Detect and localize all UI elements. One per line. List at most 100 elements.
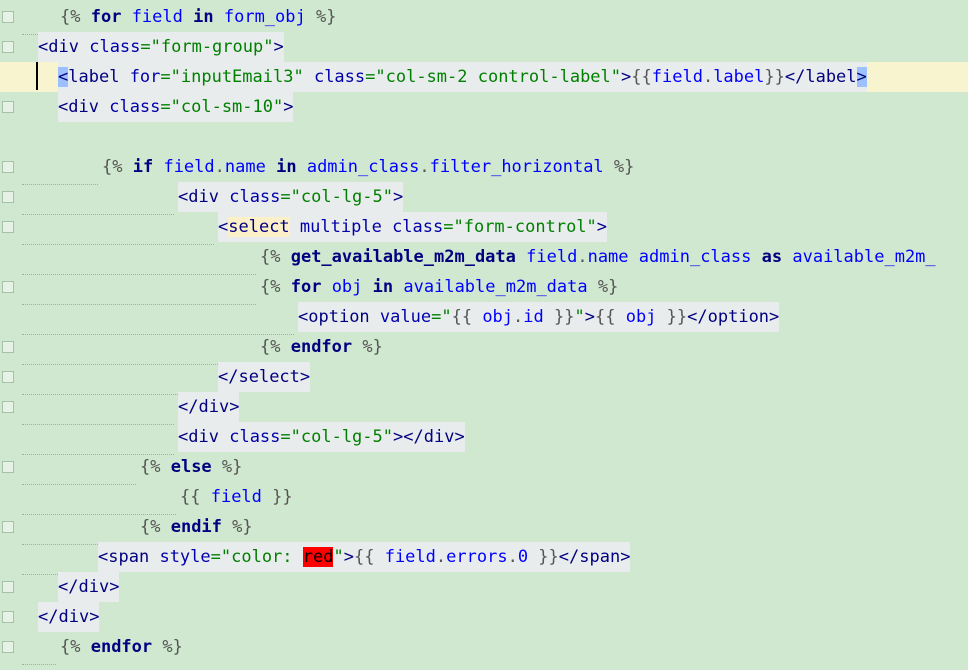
fold-marker-icon[interactable] bbox=[2, 371, 14, 383]
code-line[interactable]: {% endfor %} bbox=[60, 632, 183, 662]
code-token: . bbox=[419, 157, 430, 177]
code-line[interactable]: {% endif %} bbox=[140, 512, 253, 542]
code-token: " bbox=[574, 307, 585, 327]
code-token: div bbox=[78, 577, 110, 597]
code-token: field bbox=[651, 67, 703, 87]
code-line[interactable]: <div class="form-group"> bbox=[38, 32, 284, 62]
fold-marker-icon[interactable] bbox=[2, 281, 14, 293]
code-token: > bbox=[273, 37, 284, 57]
code-line[interactable]: </div> bbox=[38, 602, 100, 632]
code-line[interactable]: <select multiple class="form-control"> bbox=[218, 212, 608, 242]
code-token: label bbox=[713, 67, 765, 87]
code-editor[interactable]: {% for field in form_obj %} <div class="f… bbox=[0, 0, 968, 670]
code-line[interactable]: <div class="col-sm-10"> bbox=[58, 92, 294, 122]
fold-marker-icon[interactable] bbox=[2, 521, 14, 533]
code-token: < bbox=[218, 217, 229, 237]
code-token: option bbox=[707, 307, 770, 327]
fold-marker-icon[interactable] bbox=[2, 161, 14, 173]
code-token: name bbox=[224, 157, 266, 177]
code-token: ></ bbox=[393, 427, 424, 447]
code-token: < bbox=[298, 307, 309, 327]
code-line-content: {% for field in form_obj %} bbox=[60, 2, 336, 32]
code-line[interactable]: </select> bbox=[218, 362, 311, 392]
fold-marker-icon[interactable] bbox=[2, 221, 14, 233]
code-token: form_obj bbox=[223, 7, 306, 27]
fold-marker-icon[interactable] bbox=[2, 191, 14, 203]
code-token: > bbox=[856, 67, 867, 87]
fold-marker-icon[interactable] bbox=[2, 101, 14, 113]
code-line[interactable]: <div class="col-lg-5"> bbox=[178, 182, 404, 212]
code-token: for bbox=[129, 67, 161, 87]
code-token: }} bbox=[528, 547, 559, 567]
code-token: field bbox=[210, 487, 262, 507]
code-token: }} bbox=[261, 487, 293, 507]
code-token: for bbox=[90, 7, 122, 27]
code-token: field bbox=[163, 157, 215, 177]
code-token: > bbox=[621, 67, 632, 87]
code-line[interactable]: {% for obj in available_m2m_data %} bbox=[260, 272, 618, 302]
code-token: field bbox=[384, 547, 436, 567]
code-line[interactable]: {% else %} bbox=[140, 452, 242, 482]
code-token: </ bbox=[58, 577, 79, 597]
code-token: obj bbox=[331, 277, 363, 297]
code-token: < bbox=[58, 67, 69, 87]
code-token: class bbox=[313, 67, 366, 87]
code-token: available_m2m_data bbox=[403, 277, 588, 297]
code-token: div bbox=[48, 37, 79, 57]
code-line[interactable]: {% get_available_m2m_data field.name adm… bbox=[260, 242, 936, 272]
fold-marker-icon[interactable] bbox=[2, 401, 14, 413]
code-line[interactable]: <label for="inputEmail3" class="col-sm-2… bbox=[58, 62, 867, 92]
code-token: </ bbox=[178, 397, 199, 417]
fold-marker-icon[interactable] bbox=[2, 11, 14, 23]
fold-marker-icon[interactable] bbox=[2, 461, 14, 473]
code-token: > bbox=[454, 427, 465, 447]
code-line[interactable]: {% for field in form_obj %} bbox=[60, 2, 336, 32]
indent-guide bbox=[22, 514, 136, 545]
code-token: > bbox=[620, 547, 631, 567]
fold-marker-icon[interactable] bbox=[2, 611, 14, 623]
code-line-content: {{ field }} bbox=[180, 482, 293, 512]
code-token: {% bbox=[60, 7, 91, 27]
code-line[interactable]: {% endfor %} bbox=[260, 332, 383, 362]
fold-marker-icon[interactable] bbox=[2, 341, 14, 353]
fold-marker-icon[interactable] bbox=[2, 581, 14, 593]
code-token: errors bbox=[446, 547, 508, 567]
fold-marker-icon[interactable] bbox=[2, 41, 14, 53]
code-line-content: <div class="form-group"> bbox=[38, 32, 284, 62]
code-line-content: </div> bbox=[178, 392, 240, 422]
code-token: admin_class bbox=[638, 247, 752, 267]
error-color-token: red bbox=[302, 547, 334, 567]
code-line[interactable]: </div> bbox=[178, 392, 240, 422]
indent-guide bbox=[22, 394, 174, 425]
code-token: {{ bbox=[451, 307, 483, 327]
indent-guide bbox=[22, 544, 94, 575]
code-line-content: {% endfor %} bbox=[260, 332, 383, 362]
code-token: > bbox=[229, 397, 240, 417]
code-line[interactable]: <span style="color: red">{{ field.errors… bbox=[98, 542, 631, 572]
code-token: . bbox=[513, 307, 524, 327]
code-line[interactable]: </div> bbox=[58, 572, 120, 602]
code-token: ="inputEmail3" bbox=[160, 67, 304, 87]
code-line[interactable]: <div class="col-lg-5"></div> bbox=[178, 422, 465, 452]
indent-guide bbox=[22, 634, 56, 665]
code-token: as bbox=[761, 247, 783, 267]
code-token: if bbox=[132, 157, 154, 177]
fold-marker-icon[interactable] bbox=[2, 641, 14, 653]
code-line[interactable]: {{ field }} bbox=[180, 482, 293, 512]
code-line-content: </div> bbox=[38, 602, 100, 632]
code-line[interactable]: <option value="{{ obj.id }}">{{ obj }}</… bbox=[298, 302, 780, 332]
code-token: {% bbox=[60, 637, 91, 657]
code-token: {{ bbox=[353, 547, 385, 567]
code-token: span bbox=[579, 547, 621, 567]
code-line-content: </div> bbox=[58, 572, 120, 602]
code-line[interactable]: {% if field.name in admin_class.filter_h… bbox=[102, 152, 634, 182]
